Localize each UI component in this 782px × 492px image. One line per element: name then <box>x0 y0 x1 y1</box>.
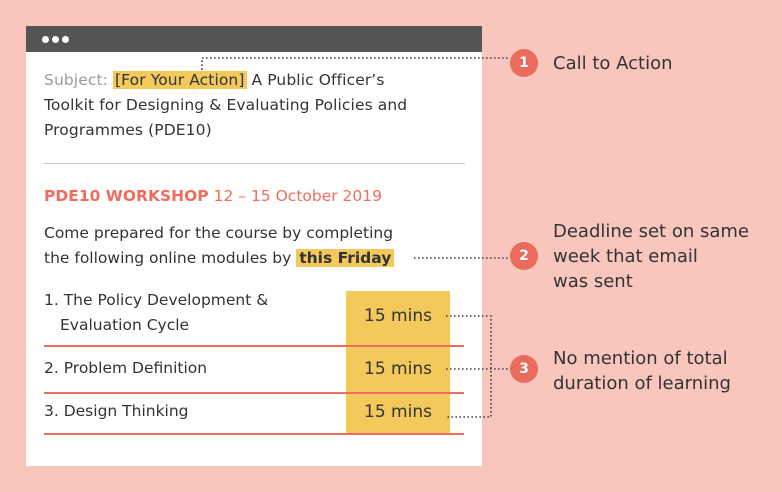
callout-2-line2: week that email <box>553 246 698 267</box>
callout-2-badge: 2 <box>510 242 538 270</box>
callout-1-badge: 1 <box>510 49 538 77</box>
callout-2-line3: was sent <box>553 271 633 292</box>
connector-1 <box>201 57 510 70</box>
callout-3-text: No mention of total duration of learning <box>553 346 731 396</box>
connector-3 <box>446 315 510 418</box>
callout-1-text: Call to Action <box>553 53 673 74</box>
callout-3-line2: duration of learning <box>553 373 731 394</box>
callout-3-line1: No mention of total <box>553 348 728 369</box>
callout-2-text: Deadline set on same week that email was… <box>553 219 749 294</box>
callout-3-badge: 3 <box>510 355 538 383</box>
callout-2-line1: Deadline set on same <box>553 221 749 242</box>
